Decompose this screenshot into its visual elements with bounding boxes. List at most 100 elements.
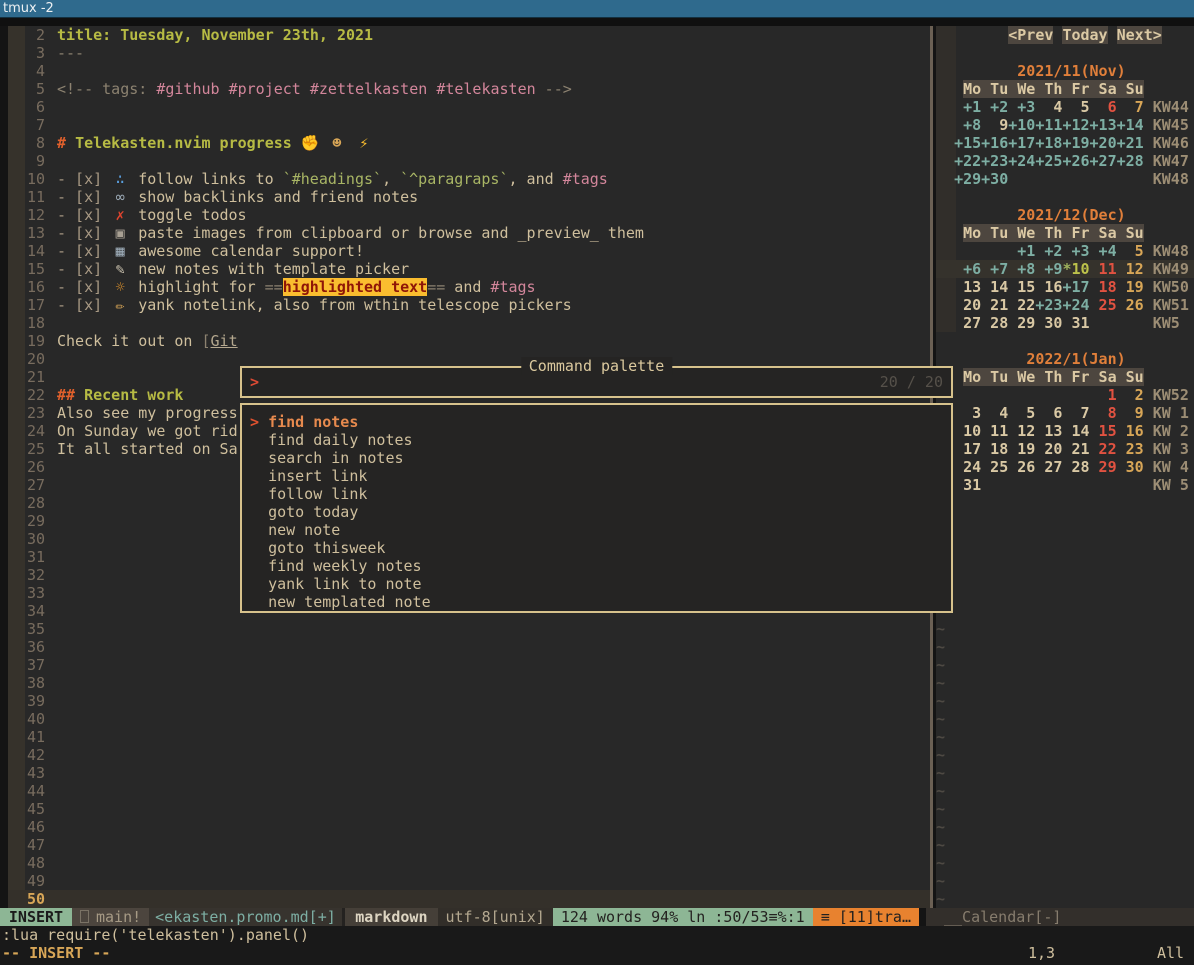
calendar-day[interactable]: 20 <box>954 296 981 314</box>
calendar-day[interactable]: 6 <box>1090 98 1117 116</box>
calendar-day[interactable]: 8 <box>1090 404 1117 422</box>
editor-line-18[interactable]: 18 <box>8 314 931 332</box>
calendar-day[interactable]: +2 <box>981 98 1008 116</box>
calendar-day[interactable]: 29 <box>1008 314 1035 332</box>
editor-line-38[interactable]: 38 <box>8 674 931 692</box>
editor-line-17[interactable]: 17- [x] ✏ yank notelink, also from wthin… <box>8 296 931 314</box>
calendar-day[interactable]: +23 <box>1035 296 1062 314</box>
editor-line-19[interactable]: 19Check it out on [Git <box>8 332 931 350</box>
calendar-day[interactable]: 9 <box>1117 404 1144 422</box>
calendar-day[interactable]: +20 <box>1090 134 1117 152</box>
palette-item[interactable]: goto today <box>242 503 951 521</box>
calendar-day[interactable]: 21 <box>981 296 1008 314</box>
calendar-day[interactable]: 17 <box>954 440 981 458</box>
editor-line-7[interactable]: 7 <box>8 116 931 134</box>
calendar-day[interactable]: +27 <box>1090 152 1117 170</box>
editor-line-14[interactable]: 14- [x] ▦ awesome calendar support! <box>8 242 931 260</box>
calendar-day[interactable]: 30 <box>1117 458 1144 476</box>
calendar-day[interactable]: +16 <box>981 134 1008 152</box>
editor-line-2[interactable]: 2title: Tuesday, November 23th, 2021 <box>8 26 931 44</box>
calendar-day[interactable]: 25 <box>1090 296 1117 314</box>
editor-line-3[interactable]: 3--- <box>8 44 931 62</box>
editor-line-39[interactable]: 39 <box>8 692 931 710</box>
calendar-day[interactable]: 18 <box>981 440 1008 458</box>
calendar-day[interactable]: 22 <box>1008 296 1035 314</box>
palette-item[interactable]: > find notes <box>242 413 951 431</box>
calendar-day[interactable]: +30 <box>981 170 1008 188</box>
calendar-day[interactable]: 4 <box>981 404 1008 422</box>
calendar-day[interactable]: +15 <box>954 134 981 152</box>
calendar-day[interactable]: 28 <box>981 314 1008 332</box>
calendar-day[interactable]: 3 <box>954 404 981 422</box>
editor-line-8[interactable]: 8# Telekasten.nvim progress ✊ ☻ ⚡ <box>8 134 931 152</box>
calendar-day[interactable]: +14 <box>1117 116 1144 134</box>
calendar-day[interactable]: 26 <box>1117 296 1144 314</box>
calendar-day[interactable]: 19 <box>1117 278 1144 296</box>
calendar-day[interactable]: +24 <box>1062 296 1089 314</box>
calendar-day[interactable]: 25 <box>981 458 1008 476</box>
palette-item[interactable]: find daily notes <box>242 431 951 449</box>
calendar-day[interactable]: +25 <box>1035 152 1062 170</box>
calendar-pane[interactable]: <Prev Today Next> 2021/11(Nov) Mo Tu We … <box>936 26 1194 908</box>
calendar-day[interactable]: +2 <box>1035 242 1062 260</box>
calendar-day[interactable]: +23 <box>981 152 1008 170</box>
editor-line-12[interactable]: 12- [x] ✗ toggle todos <box>8 206 931 224</box>
calendar-day[interactable]: +17 <box>1008 134 1035 152</box>
editor-line-47[interactable]: 47 <box>8 836 931 854</box>
palette-item[interactable]: search in notes <box>242 449 951 467</box>
editor-line-4[interactable]: 4 <box>8 62 931 80</box>
editor-line-49[interactable]: 49 <box>8 872 931 890</box>
calendar-day[interactable]: +1 <box>1008 242 1035 260</box>
calendar-day[interactable]: +13 <box>1090 116 1117 134</box>
calendar-day[interactable]: 15 <box>1090 422 1117 440</box>
editor-line-40[interactable]: 40 <box>8 710 931 728</box>
calendar-day[interactable]: 30 <box>1035 314 1062 332</box>
today-button[interactable]: Today <box>1062 26 1107 44</box>
calendar-day[interactable]: 31 <box>1062 314 1089 332</box>
calendar-day[interactable]: +19 <box>1062 134 1089 152</box>
calendar-day[interactable]: +3 <box>1062 242 1089 260</box>
editor-line-43[interactable]: 43 <box>8 764 931 782</box>
calendar-day[interactable]: 31 <box>954 476 981 494</box>
calendar-day[interactable]: 29 <box>1090 458 1117 476</box>
editor-line-11[interactable]: 11- [x] ∞ show backlinks and friend note… <box>8 188 931 206</box>
calendar-day[interactable]: 19 <box>1008 440 1035 458</box>
calendar-day[interactable]: 23 <box>1117 440 1144 458</box>
calendar-day[interactable]: +12 <box>1062 116 1089 134</box>
editor-line-44[interactable]: 44 <box>8 782 931 800</box>
calendar-day[interactable]: +28 <box>1117 152 1144 170</box>
calendar-day[interactable]: 27 <box>954 314 981 332</box>
calendar-day[interactable]: 27 <box>1035 458 1062 476</box>
calendar-day[interactable]: 21 <box>1062 440 1089 458</box>
editor-line-50[interactable]: 50 <box>8 890 931 908</box>
prev-button[interactable]: <Prev <box>1008 26 1053 44</box>
calendar-day[interactable]: 10 <box>954 422 981 440</box>
palette-item[interactable]: follow link <box>242 485 951 503</box>
calendar-day[interactable]: +26 <box>1062 152 1089 170</box>
palette-item[interactable]: goto thisweek <box>242 539 951 557</box>
editor-line-16[interactable]: 16- [x] ☼ highlight for ==highlighted te… <box>8 278 931 296</box>
calendar-day[interactable]: 13 <box>1035 422 1062 440</box>
calendar-day[interactable]: +9 <box>1035 260 1062 278</box>
calendar-day[interactable]: 16 <box>1117 422 1144 440</box>
palette-item[interactable]: yank link to note <box>242 575 951 593</box>
calendar-day[interactable]: 11 <box>981 422 1008 440</box>
calendar-day[interactable]: +1 <box>954 98 981 116</box>
calendar-day[interactable]: 15 <box>1008 278 1035 296</box>
calendar-day[interactable]: +6 <box>954 260 981 278</box>
calendar-day[interactable]: +29 <box>954 170 981 188</box>
calendar-day[interactable]: 11 <box>1090 260 1117 278</box>
calendar-day[interactable]: 26 <box>1008 458 1035 476</box>
calendar-day[interactable]: 4 <box>1035 98 1062 116</box>
next-button[interactable]: Next> <box>1117 26 1162 44</box>
calendar-day[interactable]: 5 <box>1117 242 1144 260</box>
editor-line-42[interactable]: 42 <box>8 746 931 764</box>
calendar-day[interactable]: +22 <box>954 152 981 170</box>
palette-item[interactable]: new note <box>242 521 951 539</box>
calendar-day[interactable]: 22 <box>1090 440 1117 458</box>
editor-line-9[interactable]: 9 <box>8 152 931 170</box>
editor-line-45[interactable]: 45 <box>8 800 931 818</box>
calendar-day[interactable]: +8 <box>1008 260 1035 278</box>
editor-line-6[interactable]: 6 <box>8 98 931 116</box>
editor-line-13[interactable]: 13- [x] ▣ paste images from clipboard or… <box>8 224 931 242</box>
